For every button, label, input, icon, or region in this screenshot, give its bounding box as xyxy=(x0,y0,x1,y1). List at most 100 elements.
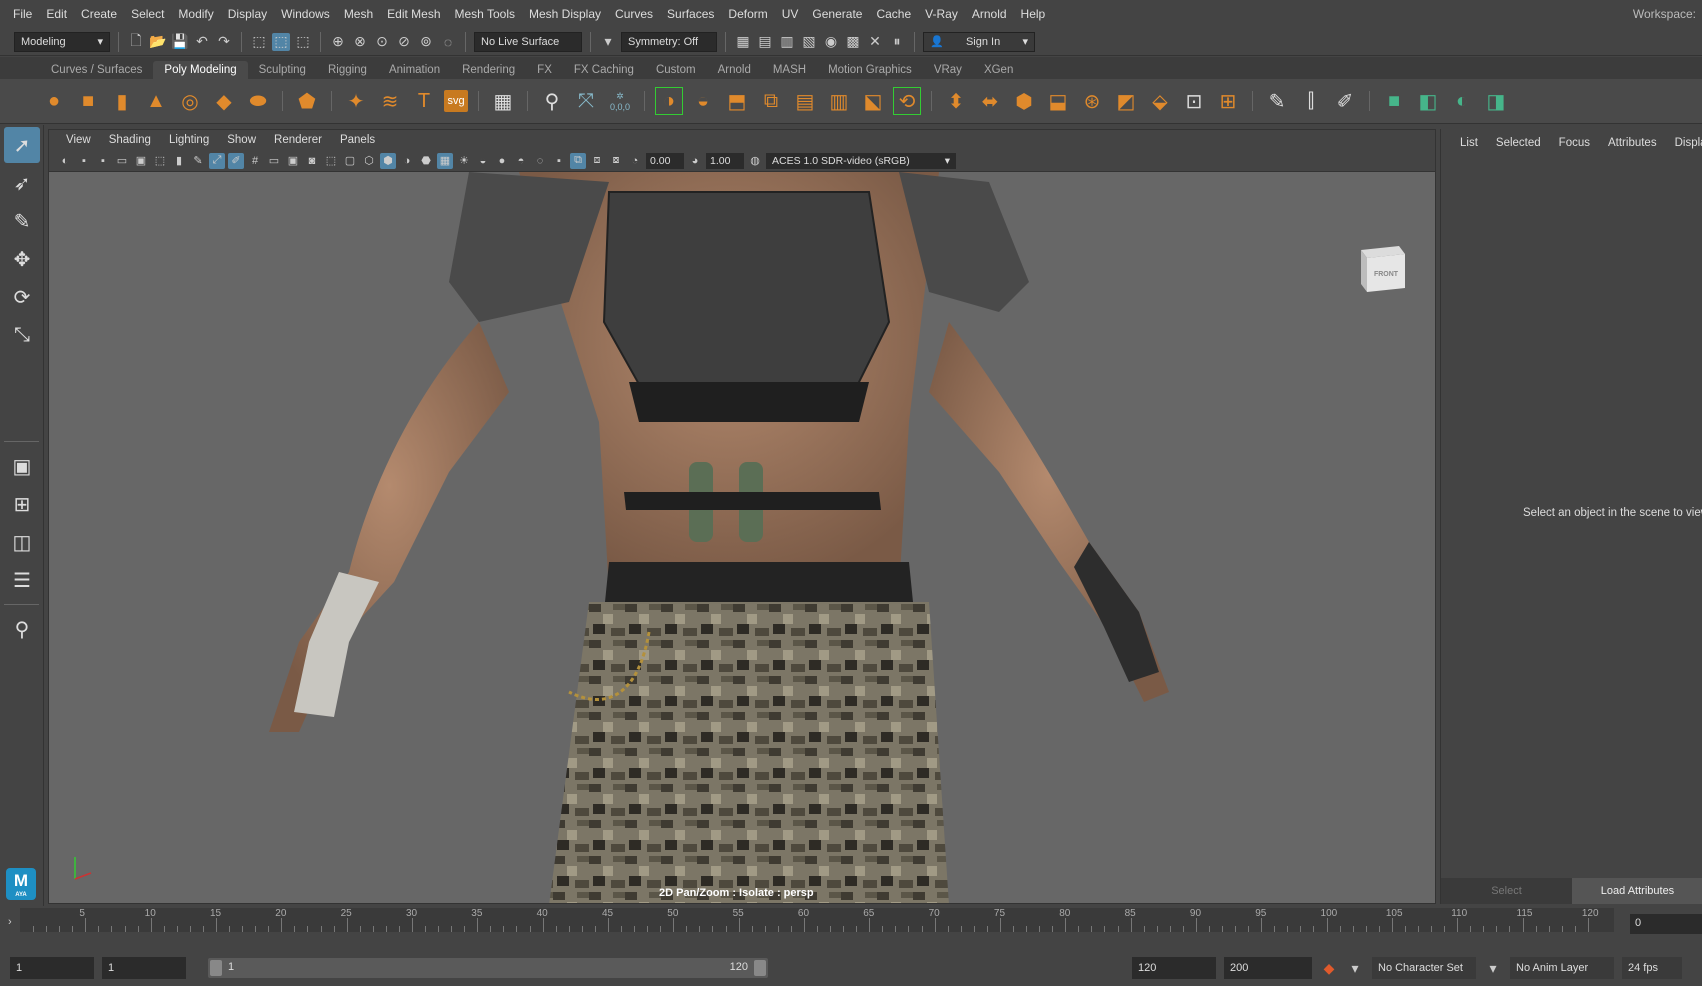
viewport-menu-shading[interactable]: Shading xyxy=(100,134,160,146)
exposure-field[interactable]: 0.00 xyxy=(646,152,684,169)
safe-action-icon[interactable]: ▭ xyxy=(266,153,282,169)
gamma-icon[interactable]: ◕ xyxy=(687,153,703,169)
pin-icon[interactable]: ▮ xyxy=(171,153,187,169)
new-scene-icon[interactable]: 🗋 xyxy=(127,32,145,51)
pan-zoom-icon[interactable]: ⤢ xyxy=(209,152,225,169)
anti-alias-icon[interactable]: ◌ xyxy=(532,153,548,169)
wireframe-on-shaded-icon[interactable]: ⬣ xyxy=(418,153,434,169)
open-scene-icon[interactable]: 📂 xyxy=(149,33,167,51)
xray-icon[interactable]: ▢ xyxy=(342,153,358,169)
paint-select-icon[interactable]: ✎ xyxy=(4,203,40,239)
four-view-icon[interactable]: ⊞ xyxy=(4,486,40,522)
depth-of-field-icon[interactable]: ▪ xyxy=(551,153,567,169)
select-components-icon[interactable]: ⬚ xyxy=(294,33,312,51)
sign-in-button[interactable]: 👤 Sign In ▾ xyxy=(923,31,1035,52)
type-text-icon[interactable]: T xyxy=(410,87,438,115)
fill-hole-icon[interactable]: ⊛ xyxy=(1078,87,1106,115)
wedge-icon[interactable]: ◩ xyxy=(1112,87,1140,115)
combine-icon[interactable]: ◑ xyxy=(655,87,683,115)
tab-motion-graphics[interactable]: Motion Graphics xyxy=(817,61,923,79)
timeline-ruler[interactable]: 5 10 15 20 25 30 35 40 45 50 55 60 65 70 75 80 85 90 95 100… xyxy=(20,908,1614,932)
outliner-icon[interactable]: ☰ xyxy=(4,562,40,598)
menu-arnold[interactable]: Arnold xyxy=(965,7,1014,21)
camera-lock-icon[interactable]: ▪ xyxy=(76,153,92,169)
menu-create[interactable]: Create xyxy=(74,7,124,21)
textured-icon[interactable]: ▦ xyxy=(437,152,453,169)
move-tool-icon[interactable]: ✥ xyxy=(4,241,40,277)
scale-tool-icon[interactable]: ⤡ xyxy=(4,317,40,353)
uv-spherical-icon[interactable]: ◐ xyxy=(1448,87,1476,115)
camera-attributes-icon[interactable]: ◐ xyxy=(57,153,73,169)
viewport-menu-view[interactable]: View xyxy=(57,134,100,146)
undo-icon[interactable]: ↶ xyxy=(193,33,211,51)
single-view-icon[interactable]: ▣ xyxy=(4,448,40,484)
smooth-shade-icon[interactable]: ⬢ xyxy=(380,152,396,169)
default-material-icon[interactable]: ◑ xyxy=(399,153,415,169)
tab-curves-surfaces[interactable]: Curves / Surfaces xyxy=(40,61,153,79)
viewport-panel[interactable]: View Shading Lighting Show Renderer Pane… xyxy=(48,129,1436,904)
gamma-field[interactable]: 1.00 xyxy=(706,152,744,169)
sweep-mesh-icon[interactable]: ≋ xyxy=(376,87,404,115)
bookmark-icon[interactable]: ▪ xyxy=(95,153,111,169)
render-settings-icon[interactable]: ▧ xyxy=(800,33,818,51)
poly-disc-icon[interactable]: ⬬ xyxy=(244,87,272,115)
range-end-handle[interactable] xyxy=(754,960,766,976)
select-button[interactable]: Select xyxy=(1441,878,1572,904)
uv-planar-icon[interactable]: ■ xyxy=(1380,87,1408,115)
save-scene-icon[interactable]: 💾 xyxy=(171,33,189,51)
load-attributes-button[interactable]: Load Attributes xyxy=(1572,878,1702,904)
fps-dropdown[interactable]: 24 fps xyxy=(1622,957,1682,979)
edge-loop-icon[interactable]: ⫿ xyxy=(1297,87,1325,115)
measure-icon[interactable]: ⚲ xyxy=(538,87,566,115)
lasso-tool-icon[interactable]: ➶ xyxy=(4,165,40,201)
character-set-dropdown[interactable]: No Character Set xyxy=(1372,957,1476,979)
menu-edit[interactable]: Edit xyxy=(39,7,74,21)
poly-plane-icon[interactable]: ◆ xyxy=(210,87,238,115)
menu-file[interactable]: File xyxy=(6,7,39,21)
image-plane-icon[interactable]: ▭ xyxy=(114,153,130,169)
snap-surface-icon[interactable]: ⊚ xyxy=(417,33,435,51)
tab-xgen[interactable]: XGen xyxy=(973,61,1024,79)
range-start-handle[interactable] xyxy=(210,960,222,976)
bounding-box-icon[interactable]: ⊡ xyxy=(1180,87,1208,115)
super-shape-icon[interactable]: ✦ xyxy=(342,87,370,115)
menu-curves[interactable]: Curves xyxy=(608,7,660,21)
separate-icon[interactable]: ◒ xyxy=(689,87,717,115)
tab-custom[interactable]: Custom xyxy=(645,61,707,79)
select-hierarchy-icon[interactable]: ⬚ xyxy=(250,33,268,51)
xray-joints-icon[interactable]: ⧈ xyxy=(589,153,605,169)
smooth-icon[interactable]: ⬒ xyxy=(723,87,751,115)
viewport-menu-lighting[interactable]: Lighting xyxy=(160,134,218,146)
grid-icon[interactable]: ▦ xyxy=(489,87,517,115)
resolution-gate-icon[interactable]: ⬚ xyxy=(152,153,168,169)
menu-uv[interactable]: UV xyxy=(775,7,806,21)
motion-blur-icon[interactable]: ◓ xyxy=(513,153,529,169)
tab-mash[interactable]: MASH xyxy=(762,61,817,79)
tab-sculpting[interactable]: Sculpting xyxy=(248,61,317,79)
snap-curve-icon[interactable]: ⊗ xyxy=(351,33,369,51)
grease-pencil-icon[interactable]: ✎ xyxy=(190,153,206,169)
tab-poly-modeling[interactable]: Poly Modeling xyxy=(153,61,248,79)
xray-active-icon[interactable]: ⧇ xyxy=(608,153,624,169)
remesh-icon[interactable]: ⟲ xyxy=(893,87,921,115)
menu-help[interactable]: Help xyxy=(1014,7,1053,21)
tab-vray[interactable]: VRay xyxy=(923,61,973,79)
tab-focus[interactable]: Focus xyxy=(1550,137,1599,149)
workspace-label[interactable]: Workspace: xyxy=(1633,7,1696,21)
menu-cache[interactable]: Cache xyxy=(869,7,918,21)
tab-fx-caching[interactable]: FX Caching xyxy=(563,61,645,79)
menu-mesh-display[interactable]: Mesh Display xyxy=(522,7,608,21)
quad-draw-icon[interactable]: ✐ xyxy=(1331,87,1359,115)
film-gate-icon[interactable]: ▣ xyxy=(133,153,149,169)
menu-vray[interactable]: V-Ray xyxy=(918,7,965,21)
extrude-icon[interactable]: ⬍ xyxy=(942,87,970,115)
bevel-icon[interactable]: ⬢ xyxy=(1010,87,1038,115)
color-space-dropdown[interactable]: ACES 1.0 SDR-video (sRGB) ▾ xyxy=(766,152,956,169)
uv-cylindrical-icon[interactable]: ◧ xyxy=(1414,87,1442,115)
append-icon[interactable]: ⬓ xyxy=(1044,87,1072,115)
menu-generate[interactable]: Generate xyxy=(805,7,869,21)
isolate-select-icon[interactable]: ⧉ xyxy=(570,152,586,169)
grid-toggle-icon[interactable]: # xyxy=(247,153,263,169)
anim-layer-dropdown[interactable]: No Anim Layer xyxy=(1510,957,1614,979)
chevron-down-icon[interactable]: ▾ xyxy=(1346,959,1364,977)
